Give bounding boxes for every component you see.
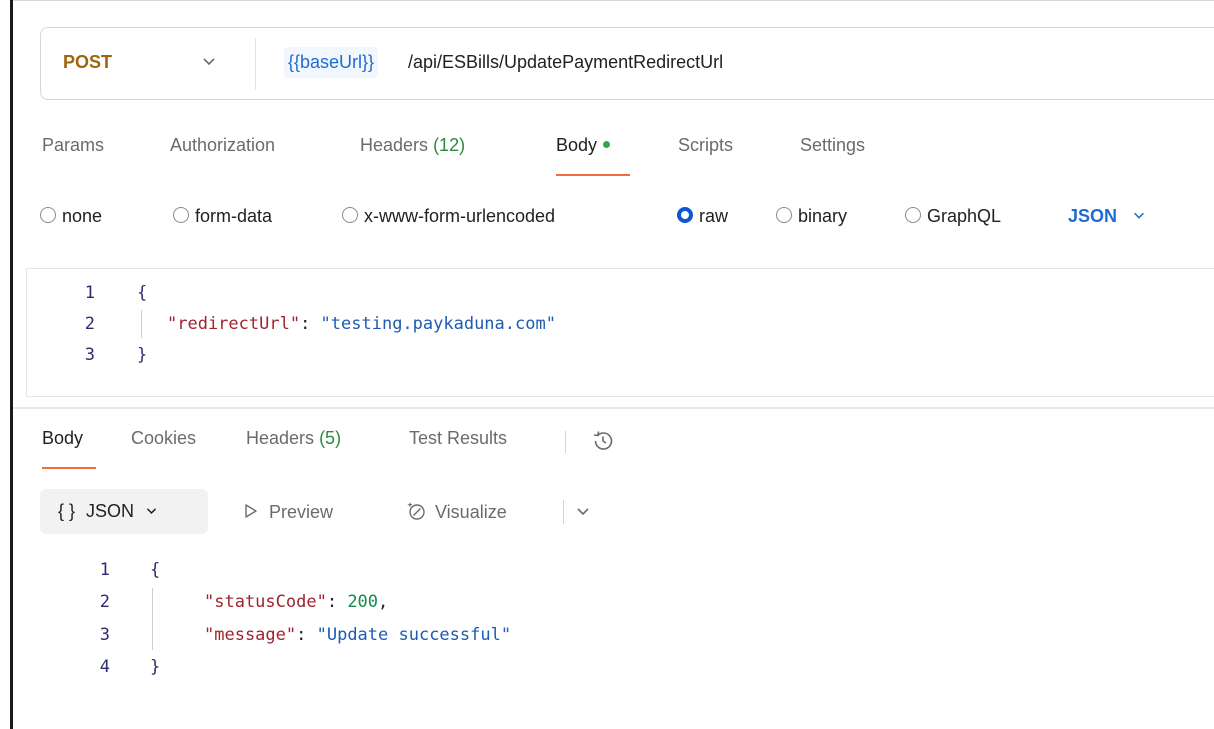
radio-none[interactable]: none (40, 203, 102, 229)
method-select[interactable]: POST (63, 52, 112, 73)
chevron-down-icon[interactable] (575, 503, 591, 519)
tab-body[interactable]: Body (556, 135, 611, 156)
json-number: 200 (347, 592, 379, 612)
response-body-viewer[interactable]: 1 { 2 "statusCode": 200, 3 "message": "U… (40, 554, 940, 694)
preview-button[interactable]: Preview (243, 497, 333, 527)
response-headers-count: (5) (319, 428, 342, 448)
json-colon: : (326, 592, 348, 612)
url-divider (255, 38, 256, 90)
visualize-label: Visualize (435, 502, 507, 522)
indent-guide (141, 310, 142, 338)
radio-binary[interactable]: binary (776, 203, 847, 229)
tab-headers[interactable]: Headers (12) (360, 135, 465, 156)
tab-body-label: Body (556, 135, 598, 155)
close-brace: } (150, 657, 161, 677)
tab-response-body[interactable]: Body (42, 428, 83, 449)
active-response-tab-underline (42, 467, 96, 469)
line-number: 2 (84, 314, 95, 334)
tab-response-headers[interactable]: Headers (5) (246, 428, 341, 449)
request-response-divider[interactable] (13, 407, 1214, 409)
url-input[interactable]: /api/ESBills/UpdatePaymentRedirectUrl (408, 47, 723, 78)
radio-circle (905, 207, 921, 224)
radio-graphql[interactable]: GraphQL (905, 203, 1001, 229)
line-number: 1 (84, 283, 95, 303)
radio-raw[interactable]: raw (677, 203, 728, 229)
history-icon[interactable] (590, 428, 616, 454)
radio-label: GraphQL (927, 206, 1002, 226)
json-key: "message" (204, 625, 297, 645)
toolbar-separator (563, 500, 564, 524)
url-bar: POST {{baseUrl}} /api/ESBills/UpdatePaym… (40, 27, 1214, 100)
json-colon: : (300, 314, 321, 334)
radio-circle (40, 207, 56, 224)
json-key: "statusCode" (204, 592, 327, 612)
code-line: "statusCode": 200, (204, 588, 388, 616)
code-line: "redirectUrl": "testing.paykaduna.com" (167, 310, 556, 338)
chevron-down-icon (146, 508, 157, 514)
active-tab-underline (556, 174, 630, 176)
tab-authorization[interactable]: Authorization (170, 135, 275, 156)
open-brace: { (137, 283, 148, 303)
radio-label: x-www-form-urlencoded (364, 206, 556, 226)
tab-params[interactable]: Params (42, 135, 104, 156)
radio-circle (173, 207, 189, 224)
indent-guide (152, 588, 153, 650)
tab-response-headers-label: Headers (246, 428, 315, 448)
tab-settings[interactable]: Settings (800, 135, 865, 156)
json-comma: , (378, 592, 389, 612)
tab-test-results[interactable]: Test Results (409, 428, 507, 449)
preview-label: Preview (269, 502, 334, 522)
window-left-border (10, 0, 13, 729)
radio-label: raw (699, 206, 729, 226)
format-label: JSON (86, 501, 135, 521)
json-string: "testing.paykaduna.com" (320, 314, 556, 334)
json-key: "redirectUrl" (167, 314, 301, 334)
visualize-icon (407, 502, 425, 520)
json-string: "Update successful" (316, 625, 512, 645)
body-modified-dot (603, 140, 611, 148)
code-line: "message": "Update successful" (204, 621, 511, 649)
language-label: JSON (1068, 206, 1118, 226)
tab-scripts[interactable]: Scripts (678, 135, 733, 156)
headers-count: (12) (433, 135, 466, 155)
open-brace: { (150, 560, 161, 580)
radio-urlencoded[interactable]: x-www-form-urlencoded (342, 203, 555, 229)
radio-circle (342, 207, 358, 224)
radio-label: binary (798, 206, 848, 226)
top-border (10, 0, 1214, 1)
visualize-button[interactable]: Visualize (405, 497, 507, 527)
json-colon: : (296, 625, 317, 645)
radio-circle (776, 207, 792, 224)
url-variable[interactable]: {{baseUrl}} (284, 47, 379, 78)
braces-icon: { } (58, 501, 76, 521)
radio-circle-selected (677, 207, 693, 224)
tab-separator (565, 431, 566, 453)
line-number: 3 (84, 345, 95, 365)
chevron-down-icon (1134, 212, 1144, 219)
close-brace: } (137, 345, 148, 365)
tab-cookies[interactable]: Cookies (131, 428, 196, 449)
line-number: 1 (99, 560, 110, 580)
play-icon (245, 504, 257, 518)
radio-form-data[interactable]: form-data (173, 203, 272, 229)
line-number: 3 (99, 625, 110, 645)
tab-headers-label: Headers (360, 135, 429, 155)
radio-label: form-data (195, 206, 273, 226)
radio-label: none (62, 206, 103, 226)
request-body-editor[interactable]: 1 { 2 "redirectUrl": "testing.paykaduna.… (26, 268, 1214, 397)
line-number: 4 (99, 657, 110, 677)
response-format-select[interactable]: { } JSON (40, 489, 208, 534)
line-number: 2 (99, 592, 110, 612)
language-select[interactable]: JSON (1068, 203, 1146, 229)
chevron-down-icon[interactable] (201, 53, 217, 69)
